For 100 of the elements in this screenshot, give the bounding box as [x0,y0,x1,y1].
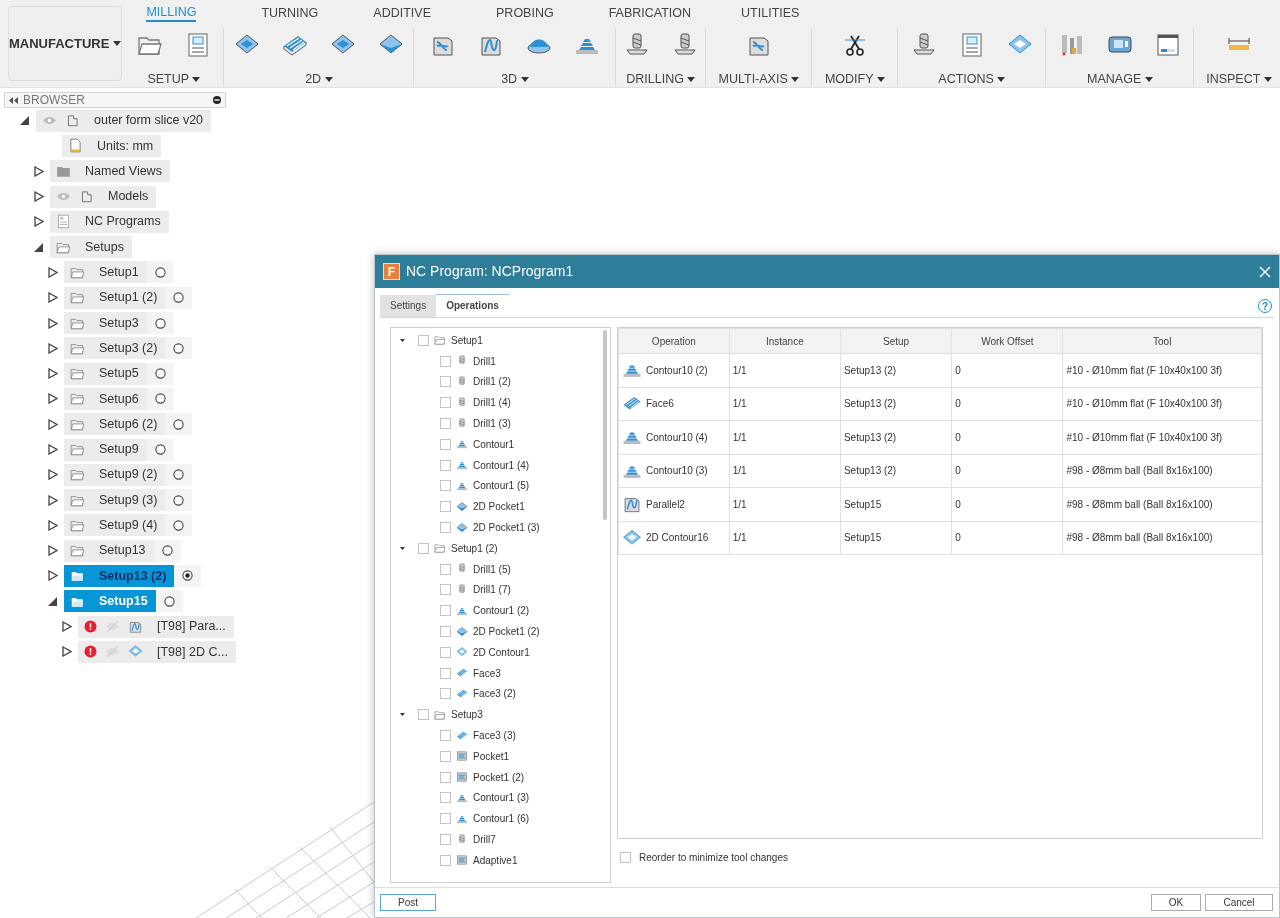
checkbox[interactable] [440,771,451,783]
tree-item[interactable]: [T98] 2D C... [78,640,236,663]
group-menu[interactable]: 2D [305,72,333,86]
checkbox[interactable] [440,646,451,658]
workspace-button[interactable]: MANUFACTURE [8,6,123,81]
expand-arrow[interactable] [34,165,44,177]
expand-arrow[interactable] [34,191,44,203]
tree-item[interactable]: Units: mm [62,134,162,157]
checkbox[interactable] [440,667,451,679]
collapse-arrow[interactable] [20,115,30,127]
active-radio[interactable] [154,317,166,329]
tree-item[interactable]: Setup5 [64,362,147,385]
drill-bit-icon[interactable] [910,32,937,58]
collapse-arrow[interactable] [400,712,405,718]
checkbox[interactable] [440,834,451,845]
drill-bit-icon[interactable] [623,32,650,58]
tree-item[interactable]: Setup9 (4) [64,514,166,537]
active-radio[interactable] [173,494,185,506]
ribbon-tab[interactable]: TURNING [261,0,319,22]
active-radio[interactable] [182,570,194,582]
expand-arrow[interactable] [48,519,58,531]
active-radio[interactable] [161,545,173,557]
ribbon-tab[interactable]: FABRICATION [608,0,692,22]
checkbox[interactable] [418,334,429,346]
checkbox[interactable] [440,438,451,450]
tree-item[interactable]: Setup13 (2) [64,565,175,587]
checkbox[interactable] [440,376,451,388]
checkbox[interactable] [440,418,451,430]
active-radio[interactable] [154,368,166,380]
expand-arrow[interactable] [48,494,58,506]
tree-item[interactable]: [T98] Para... [78,615,234,638]
checkbox[interactable] [440,730,451,742]
checkbox[interactable] [440,355,451,367]
checkbox[interactable] [440,626,451,638]
ribbon-tab[interactable]: UTILITIES [741,0,800,22]
checkbox[interactable] [418,709,429,721]
active-radio[interactable] [173,519,185,531]
checkbox[interactable] [440,750,451,762]
tree-item[interactable]: Models [50,185,157,208]
progress-window-icon[interactable] [1154,32,1181,58]
expand-arrow[interactable] [48,444,58,455]
checkbox[interactable] [440,854,451,866]
expand-arrow[interactable] [48,292,58,304]
tree-item[interactable]: Setup6 (2) [64,413,166,436]
expand-arrow[interactable] [48,342,58,354]
tree-item[interactable]: Setup9 [64,438,147,461]
group-menu[interactable]: 3D [501,72,529,86]
checkbox[interactable] [440,584,451,596]
checkbox[interactable] [440,459,451,471]
collapse-arrow[interactable] [400,545,405,551]
group-menu[interactable]: ACTIONS [938,72,1006,86]
tree-item[interactable]: Setup13 [64,539,154,562]
checkbox[interactable] [440,563,451,575]
pin-icon[interactable] [213,96,221,104]
tree-item[interactable]: Setup1 [64,261,147,284]
expand-arrow[interactable] [48,418,58,430]
checkbox[interactable] [418,542,429,554]
tree-item[interactable]: Setup9 (3) [64,489,166,512]
close-button[interactable] [1259,265,1271,278]
group-menu[interactable]: INSPECT [1206,72,1272,86]
tree-item[interactable]: Setups [50,236,132,259]
scrollbar[interactable] [603,330,607,520]
active-radio[interactable] [173,342,185,354]
checkbox[interactable] [440,480,451,492]
expand-arrow[interactable] [34,216,44,228]
tree-item[interactable]: Setup9 (2) [64,463,166,486]
checkbox[interactable] [440,605,451,617]
checkbox[interactable] [440,501,451,513]
tree-item[interactable]: Setup6 [64,387,147,410]
active-radio[interactable] [173,418,185,430]
group-menu[interactable]: DRILLING [626,72,696,86]
expand-arrow[interactable] [62,646,72,658]
collapse-arrow[interactable] [48,595,58,607]
expand-arrow[interactable] [48,368,58,380]
expand-arrow[interactable] [48,469,58,481]
expand-arrow[interactable] [48,570,58,582]
checkbox[interactable] [440,688,451,700]
checkbox[interactable] [440,522,451,534]
active-radio[interactable] [154,393,166,405]
tree-item[interactable]: NC Programs [50,210,169,233]
cancel-button[interactable]: Cancel [1205,894,1273,911]
reorder-checkbox[interactable] [620,852,631,863]
group-menu[interactable]: MODIFY [824,72,885,86]
ribbon-tab[interactable]: ADDITIVE [373,0,431,22]
active-radio[interactable] [163,595,175,607]
collapse-icon[interactable] [9,96,18,104]
group-menu[interactable]: MANAGE [1087,72,1153,86]
collapse-arrow[interactable] [400,337,405,343]
expand-arrow[interactable] [48,266,58,278]
group-menu[interactable]: SETUP [147,72,201,86]
group-menu[interactable]: MULTI-AXIS [718,72,800,86]
active-radio[interactable] [154,444,166,455]
checkbox[interactable] [440,397,451,409]
ribbon-tab[interactable]: PROBING [496,0,554,22]
tree-item[interactable]: outer form slice v20 [36,109,212,132]
checkbox[interactable] [440,813,451,825]
tree-item[interactable]: Named Views [50,160,170,183]
active-radio[interactable] [154,266,166,278]
ok-button[interactable]: OK [1151,894,1201,911]
drill-bit-icon[interactable] [671,32,698,58]
